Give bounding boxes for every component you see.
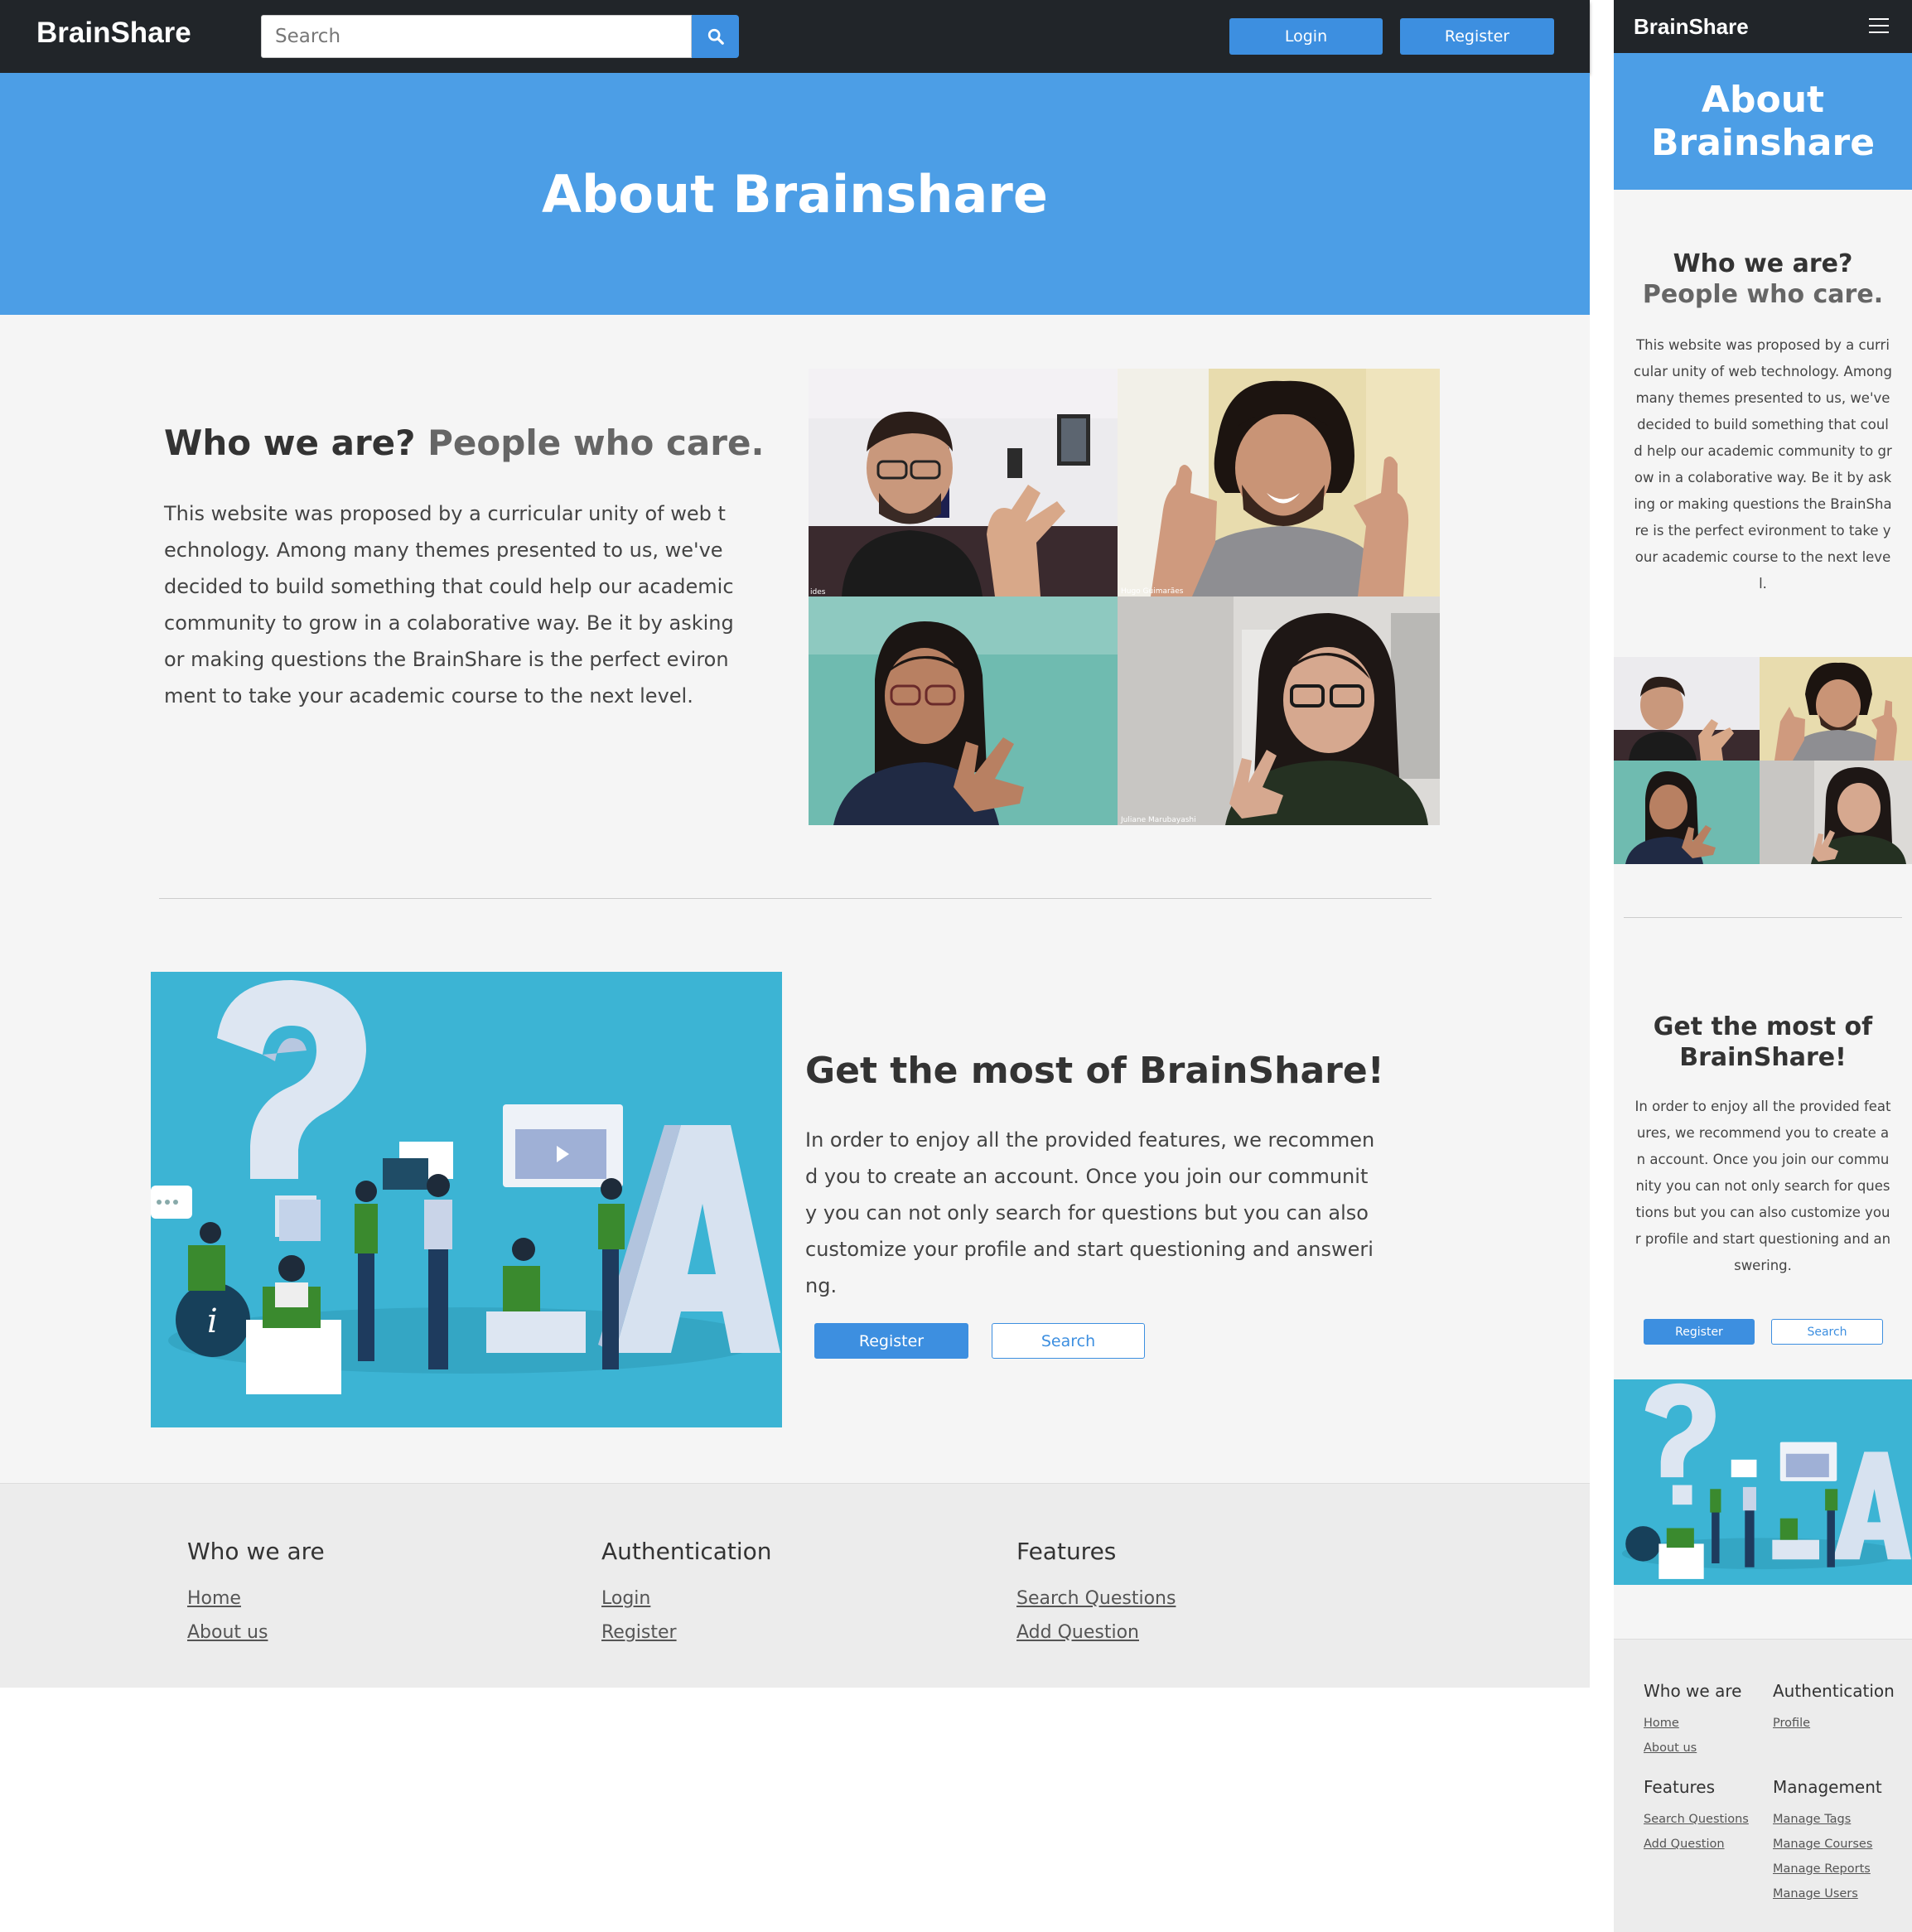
mobile-footer-link-manage-courses[interactable]: Manage Courses [1773,1832,1882,1857]
mobile-cta-register-button[interactable]: Register [1644,1319,1755,1345]
team-photo-tile-2: Hugo Guimarães [1118,369,1440,597]
hero-banner: About Brainshare [0,73,1590,315]
team-photo-caption-4: Juliane Marubayashi [1120,816,1196,824]
team-photo-caption-2: Hugo Guimarães [1121,587,1184,596]
mobile-footer-link-about[interactable]: About us [1644,1736,1741,1761]
footer: Who we are Home About us Authentication … [0,1483,1590,1688]
mobile-who-heading-main: Who we are? [1673,249,1853,278]
desktop-view: BrainShare Search Login Register About B… [0,0,1590,1688]
mobile-community-illustration [1614,1379,1912,1585]
mobile-footer-who-title: Who we are [1644,1681,1742,1701]
mobile-footer-col-who: Who we are Home About us [1644,1681,1741,1761]
who-heading-main: Who we are? [164,423,416,463]
mobile-photo-tile-4 [1760,761,1912,864]
team-photo: ides Hugo Guimarães Juliane Marubayashi [809,369,1440,825]
mobile-photo-tile-2 [1760,657,1912,761]
mobile-photo-tile-3 [1614,761,1760,864]
mobile-team-photo [1614,657,1912,864]
svg-text:i: i [207,1302,218,1340]
mobile-get-most-heading: Get the most of BrainShare! [1653,1012,1873,1072]
search-icon [707,28,724,45]
footer-col-features: Features Search Questions Add Question [1016,1538,1176,1649]
mobile-footer-features-title: Features [1644,1777,1715,1797]
footer-link-home[interactable]: Home [187,1582,325,1616]
who-heading-accent: People who care. [427,423,765,463]
team-photo-tile-1: ides [809,369,1118,597]
mobile-who-heading: Who we are? People who care. [1622,249,1904,310]
team-photo-caption-1: ides [810,588,826,597]
get-most-paragraph: In order to enjoy all the provided featu… [805,1128,1375,1297]
mobile-footer-auth-title: Authentication [1773,1681,1895,1701]
mobile-brand-logo[interactable]: BrainShare [1634,14,1749,40]
footer-col-auth: Authentication Login Register [601,1538,772,1649]
footer-link-search-questions[interactable]: Search Questions [1016,1582,1176,1616]
brand-logo[interactable]: BrainShare [36,17,191,50]
mobile-footer-link-add-question[interactable]: Add Question [1644,1832,1749,1857]
footer-auth-title: Authentication [601,1538,772,1565]
mobile-page-title: About Brainshare [1650,78,1876,164]
mobile-footer-management-title: Management [1773,1777,1882,1797]
mobile-footer-link-manage-users[interactable]: Manage Users [1773,1881,1882,1906]
who-heading: Who we are? People who care. [164,423,764,463]
mobile-section-divider [1624,917,1902,918]
navbar: BrainShare Search Login Register [0,0,1590,73]
section-divider [159,898,1432,899]
mobile-footer-col-management: Management Manage Tags Manage Courses Ma… [1773,1777,1882,1906]
footer-link-about[interactable]: About us [187,1616,325,1649]
footer-who-title: Who we are [187,1538,325,1565]
register-button[interactable]: Register [1400,18,1554,55]
mobile-hero-banner: About Brainshare [1614,53,1912,190]
mobile-footer-link-profile[interactable]: Profile [1773,1711,1895,1736]
team-photo-tile-4: Juliane Marubayashi [1118,597,1440,825]
mobile-get-most-paragraph: In order to enjoy all the provided featu… [1634,1099,1891,1273]
footer-link-login[interactable]: Login [601,1582,772,1616]
login-button[interactable]: Login [1229,18,1383,55]
mobile-footer-link-home[interactable]: Home [1644,1711,1741,1736]
cta-search-button[interactable]: Search [992,1323,1145,1359]
team-photo-tile-3 [809,597,1118,825]
mobile-who-paragraph: This website was proposed by a curricula… [1634,337,1892,592]
community-illustration: i [151,972,782,1427]
mobile-navbar: BrainShare [1614,0,1912,53]
footer-features-title: Features [1016,1538,1117,1565]
mobile-view: BrainShare About Brainshare Who we are? … [1614,0,1912,1932]
mobile-footer-col-features: Features Search Questions Add Question [1644,1777,1749,1857]
mobile-cta-search-button[interactable]: Search [1771,1319,1883,1345]
footer-col-who: Who we are Home About us [187,1538,325,1649]
search-button[interactable] [692,15,739,58]
footer-link-register[interactable]: Register [601,1616,772,1649]
search-input[interactable]: Search [261,15,692,58]
page-title: About Brainshare [542,163,1048,225]
mobile-who-heading-accent: People who care. [1642,280,1884,309]
mobile-footer-col-auth: Authentication Profile [1773,1681,1895,1736]
mobile-footer-link-manage-reports[interactable]: Manage Reports [1773,1857,1882,1881]
footer-link-add-question[interactable]: Add Question [1016,1616,1176,1649]
mobile-footer: Who we are Home About us Authentication … [1614,1639,1912,1932]
mobile-footer-link-manage-tags[interactable]: Manage Tags [1773,1807,1882,1832]
cta-register-button[interactable]: Register [814,1323,968,1359]
get-most-heading: Get the most of BrainShare! [805,1050,1384,1092]
hamburger-menu-icon[interactable] [1869,18,1889,35]
who-paragraph: This website was proposed by a curricula… [164,502,734,708]
mobile-photo-tile-1 [1614,657,1760,761]
mobile-footer-link-search-questions[interactable]: Search Questions [1644,1807,1749,1832]
